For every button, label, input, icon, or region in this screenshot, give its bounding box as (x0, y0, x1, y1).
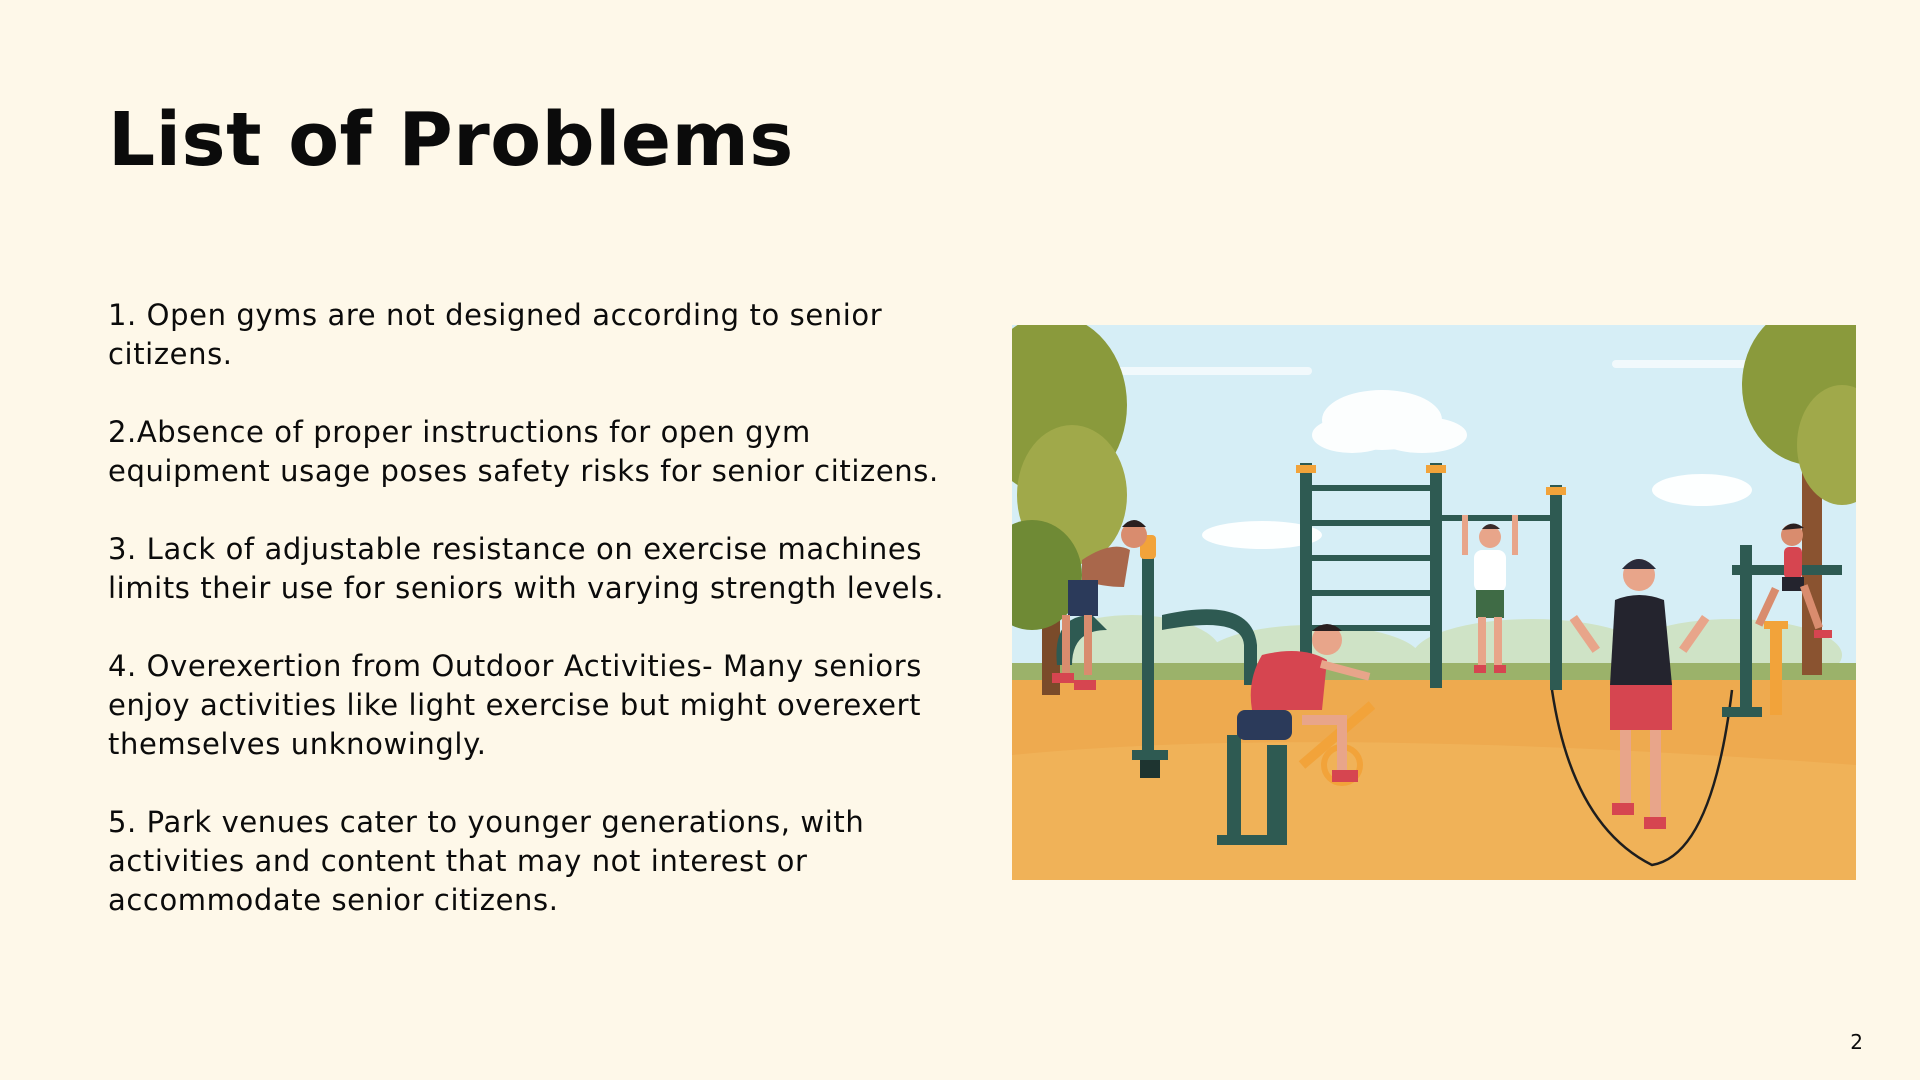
problem-item-4: 4. Overexertion from Outdoor Activities-… (108, 649, 922, 761)
problem-item-1: 1. Open gyms are not designed according … (108, 298, 883, 371)
problem-item-2: 2.Absence of proper instructions for ope… (108, 415, 939, 488)
page-number: 2 (1850, 1030, 1863, 1054)
problem-item-5: 5. Park venues cater to younger generati… (108, 805, 865, 917)
slide-title: List of Problems (108, 97, 794, 183)
outdoor-gym-illustration (1012, 325, 1856, 880)
problem-item-3: 3. Lack of adjustable resistance on exer… (108, 532, 945, 605)
problem-list: 1. Open gyms are not designed according … (108, 296, 968, 959)
